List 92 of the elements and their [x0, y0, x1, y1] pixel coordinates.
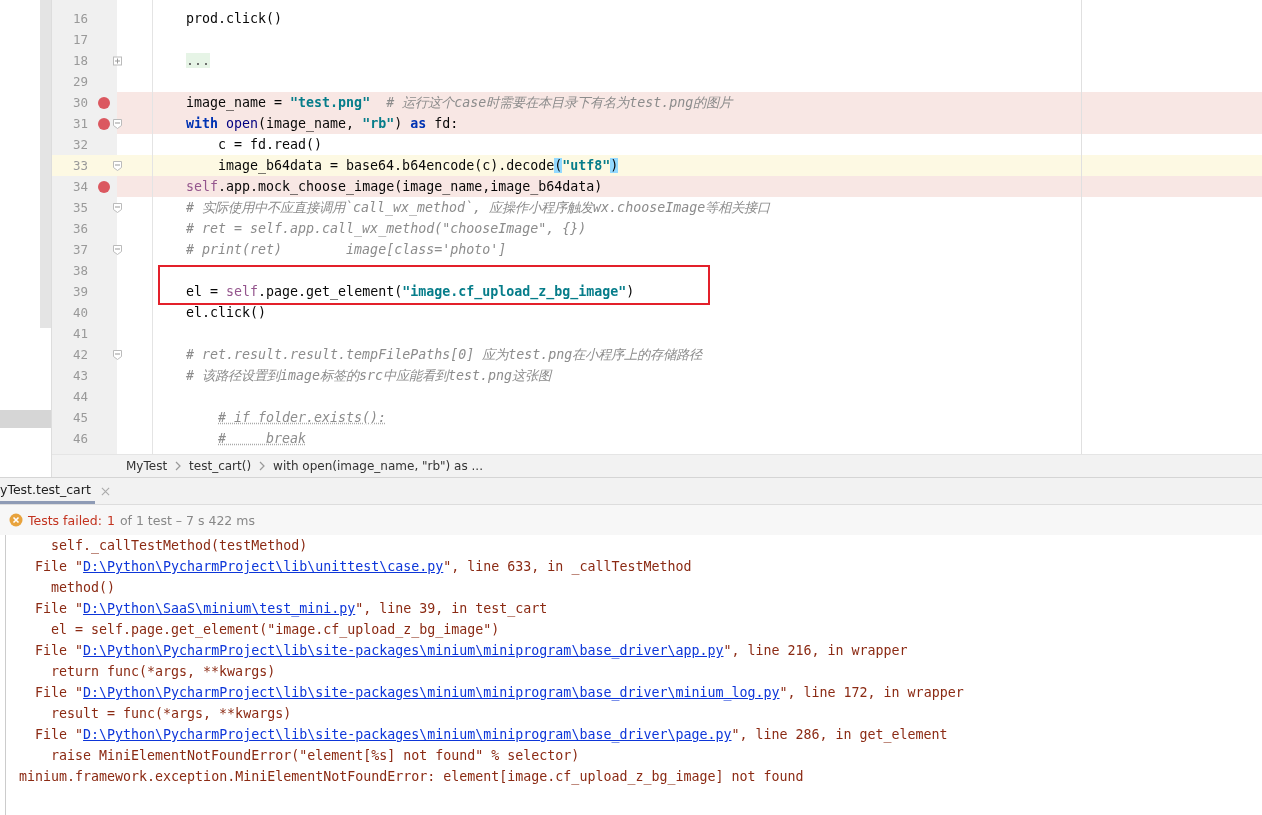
error-icon — [9, 513, 23, 527]
console-text: File " — [35, 559, 84, 574]
line-number: 32 — [71, 137, 88, 152]
code-text: el.click() — [186, 305, 267, 320]
line-number: 30 — [71, 95, 88, 110]
console-text: ", line 39, in test_cart — [355, 601, 548, 616]
file-link[interactable]: D:\Python\PycharmProject\lib\site-packages\minium\miniprogram\base_driver\page.py — [83, 727, 732, 742]
line-number: 34 — [71, 179, 88, 194]
matched-brace: ( — [554, 158, 563, 173]
console-text: ", line 172, in wrapper — [779, 685, 964, 700]
line-number: 16 — [71, 11, 88, 26]
console-text: File " — [35, 643, 84, 658]
code-text: el = — [186, 284, 220, 299]
line-number: 37 — [71, 242, 88, 257]
code-text: .app.mock_choose_image(image_name,image_b64data) — [218, 179, 603, 194]
failed-count: 1 — [106, 512, 115, 528]
self-keyword: self — [186, 179, 219, 194]
code-comment: # print(ret) image[class='photo'] — [186, 242, 507, 257]
chevron-icon — [175, 461, 182, 471]
code-comment: # ret = self.app.call_wx_method("chooseImage", {}) — [186, 221, 587, 236]
line-number: 46 — [71, 431, 88, 446]
status-label: Tests failed: — [28, 512, 102, 528]
line-number: 29 — [71, 74, 88, 89]
code-text: ) — [394, 116, 403, 131]
code-text: c = fd.read() — [218, 137, 323, 152]
console-text: method() — [51, 580, 116, 595]
console-text: minium.framework.exception.MiniElementNotFoundError: element[image.cf_upload_z_bg_image] not found — [19, 769, 804, 784]
string-literal: "test.png" — [290, 95, 371, 110]
console-text: File " — [35, 601, 84, 616]
code-comment: # ret.result.result.tempFilePaths[0] 应为test.png在小程序上的存储路径 — [186, 345, 703, 364]
console-text: File " — [35, 727, 84, 742]
collapse-icon[interactable] — [113, 203, 122, 213]
console-text: ", line 633, in _callTestMethod — [443, 559, 692, 574]
console-text: ", line 286, in get_element — [731, 727, 948, 742]
code-comment: # 运行这个case时需要在本目录下有名为test.png的图片 — [386, 93, 733, 112]
breadcrumb-item[interactable]: with open(image_name, "rb") as ... — [273, 459, 483, 473]
line-number: 35 — [71, 200, 88, 215]
string-literal: "rb" — [362, 116, 395, 131]
code-comment: # 实际使用中不应直接调用`call_wx_method`, 应操作小程序触发wx.chooseImage等相关接口 — [186, 198, 771, 217]
collapse-icon[interactable] — [113, 350, 122, 360]
scrollbar[interactable] — [40, 0, 51, 328]
line-number: 38 — [71, 263, 88, 278]
keyword: with — [186, 116, 219, 131]
line-number: 31 — [71, 116, 88, 131]
console-text: File " — [35, 685, 84, 700]
line-number: 36 — [71, 221, 88, 236]
code-text: .page.get_element( — [258, 284, 403, 299]
console-text: el = self.page.get_element("image.cf_upload_z_bg_image") — [51, 622, 500, 637]
collapse-icon[interactable] — [113, 245, 122, 255]
collapse-icon[interactable] — [113, 161, 122, 171]
close-icon[interactable] — [100, 486, 110, 496]
chevron-icon — [259, 461, 266, 471]
line-number: 45 — [71, 410, 88, 425]
code-text: image_b64data = base64.b64encode(c).decode — [218, 158, 555, 173]
string-literal: "image.cf_upload_z_bg_image" — [402, 284, 627, 299]
console-text: ", line 216, in wrapper — [723, 643, 908, 658]
line-number: 42 — [71, 347, 88, 362]
string-literal: "utf8" — [562, 158, 611, 173]
expand-icon[interactable] — [113, 56, 122, 66]
line-number: 39 — [71, 284, 88, 299]
console-text: self._callTestMethod(testMethod) — [51, 538, 308, 553]
line-number: 41 — [71, 326, 88, 341]
file-link[interactable]: D:\Python\PycharmProject\lib\site-packages\minium\miniprogram\base_driver\minium_log.py — [83, 685, 780, 700]
keyword: as — [410, 116, 427, 131]
code-text: ) — [626, 284, 635, 299]
line-number: 44 — [71, 389, 88, 404]
code-comment: # 该路径设置到image标签的src中应能看到test.png这张图 — [186, 366, 552, 385]
code-text: image_name = — [186, 95, 284, 110]
breadcrumb-item[interactable]: test_cart() — [189, 459, 252, 473]
code-text: (image_name, — [258, 116, 356, 131]
self-keyword: self — [226, 284, 259, 299]
line-number: 17 — [71, 32, 88, 47]
code-text: fd: — [434, 116, 459, 131]
line-number: 33 — [71, 158, 88, 173]
file-link[interactable]: D:\Python\SaaS\minium\test_mini.py — [83, 601, 356, 616]
line-number: 40 — [71, 305, 88, 320]
builtin-name: open — [226, 116, 259, 131]
file-link[interactable]: D:\Python\PycharmProject\lib\unittest\case.py — [83, 559, 444, 574]
code-comment: # break — [218, 431, 307, 446]
line-number: 18 — [71, 53, 88, 68]
folded-code: ... — [186, 53, 211, 68]
console-text: return func(*args, **kwargs) — [51, 664, 276, 679]
code-text: prod.click() — [186, 11, 283, 26]
line-number: 43 — [71, 368, 88, 383]
status-detail: of 1 test – 7 s 422 ms — [119, 512, 255, 528]
breadcrumb-item[interactable]: MyTest — [126, 459, 168, 473]
console-text: result = func(*args, **kwargs) — [51, 706, 292, 721]
code-comment: # if folder.exists(): — [218, 410, 387, 425]
matched-brace: ) — [610, 158, 619, 173]
collapse-icon[interactable] — [113, 119, 122, 129]
console-text: raise MiniElementNotFoundError("element[%s] not found" % selector) — [51, 748, 580, 763]
file-link[interactable]: D:\Python\PycharmProject\lib\site-packages\minium\miniprogram\base_driver\app.py — [83, 643, 724, 658]
